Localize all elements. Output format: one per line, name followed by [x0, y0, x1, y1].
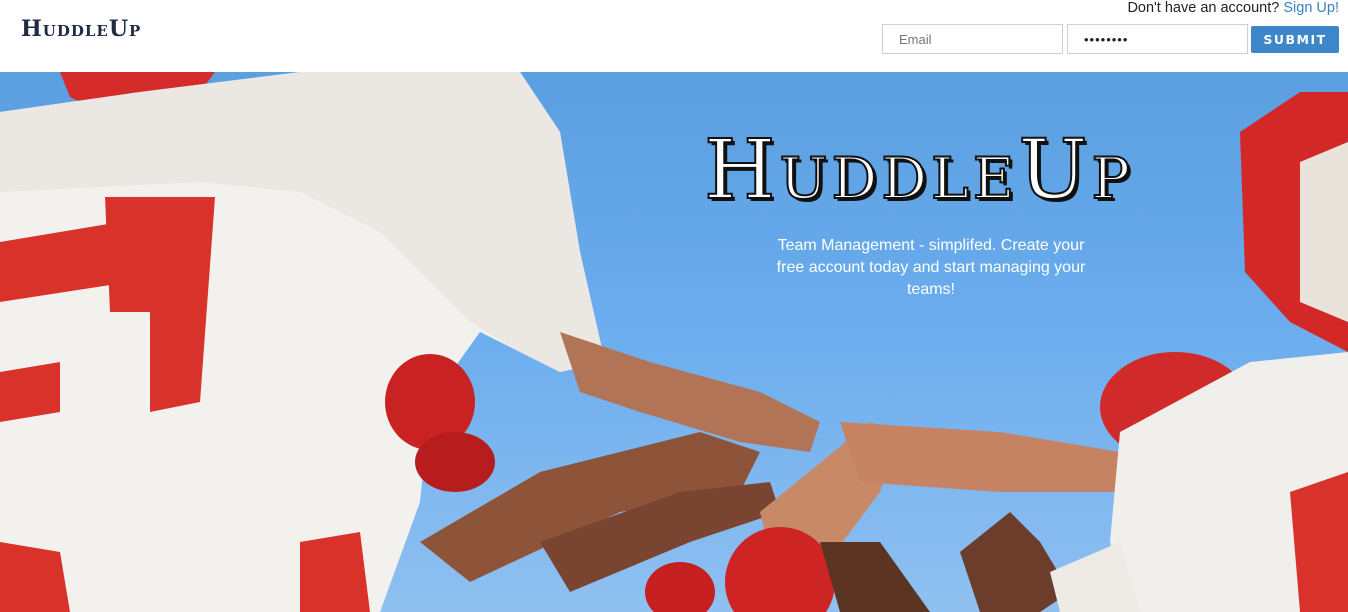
- site-logo[interactable]: HuddleUp: [21, 16, 141, 42]
- signup-prompt-text: Don't have an account?: [1127, 0, 1280, 16]
- jersey-stripe-shape: [0, 362, 60, 422]
- face-mask-shape: [1300, 142, 1348, 322]
- jersey-stripe-shape: [0, 542, 70, 612]
- helmet-shape: [415, 432, 495, 492]
- jersey-stripe-shape: [300, 532, 370, 612]
- helmet-shape: [645, 562, 715, 612]
- submit-button[interactable]: SUBMIT: [1251, 26, 1339, 53]
- hero-tagline: Team Management - simplifed. Create your…: [776, 237, 1086, 298]
- top-bar: HuddleUp Don't have an account? Sign Up!…: [0, 0, 1348, 72]
- signup-prompt: Don't have an account? Sign Up!: [1127, 0, 1339, 16]
- hero-title: HuddleUp: [703, 123, 1134, 218]
- arm-shape: [820, 542, 930, 612]
- hero-photo: [0, 72, 1348, 612]
- email-field[interactable]: [882, 24, 1063, 54]
- arm-shape: [840, 422, 1130, 492]
- password-field[interactable]: [1067, 24, 1248, 54]
- arm-shape: [560, 332, 820, 452]
- hand-shape: [960, 512, 1070, 612]
- hero-banner: HuddleUp Team Management - simplifed. Cr…: [0, 72, 1348, 612]
- signup-link[interactable]: Sign Up!: [1283, 0, 1339, 16]
- jersey-number-shape: [1290, 472, 1348, 612]
